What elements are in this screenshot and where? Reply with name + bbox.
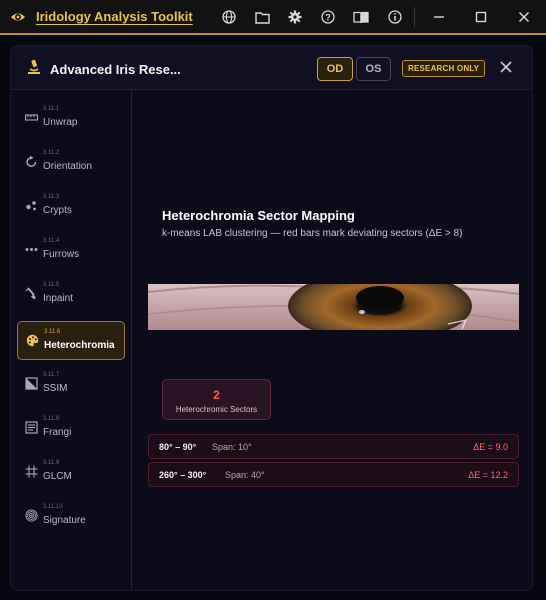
sidebar-item-number: 3.11.6 [44, 329, 61, 335]
sidebar-item-label: Crypts [43, 205, 72, 216]
info-icon[interactable] [387, 9, 403, 25]
sidebar: 3.11.1 Unwrap 3.11.2 Orientation 3.11.3 … [11, 90, 132, 590]
sidebar-item-label: Signature [43, 515, 86, 526]
dots-line-icon [25, 248, 38, 251]
folder-icon[interactable] [254, 9, 270, 25]
grid-icon [25, 465, 38, 478]
sidebar-item-ssim[interactable]: 3.11.7 SSIM [17, 365, 125, 404]
sector-row: 260° – 300° Span: 40° ΔE = 12.2 [148, 462, 519, 487]
sidebar-item-label: GLCM [43, 471, 72, 482]
sidebar-item-label: Unwrap [43, 117, 78, 128]
sidebar-item-glcm[interactable]: 3.11.9 GLCM [17, 453, 125, 492]
gear-icon[interactable] [287, 9, 303, 25]
fingerprint-icon [25, 509, 38, 522]
toolbar-divider [414, 7, 415, 27]
book-icon[interactable] [353, 9, 369, 25]
globe-icon[interactable] [221, 9, 237, 25]
iris-image-strip [148, 284, 519, 330]
sidebar-item-number: 3.11.8 [43, 416, 60, 422]
os-toggle-button[interactable]: OS [356, 57, 391, 81]
sector-row: 80° – 90° Span: 10° ΔE = 9.0 [148, 434, 519, 459]
rotate-icon [26, 155, 37, 167]
sector-span: Span: 10° [212, 442, 252, 452]
dialog-header: Advanced Iris Rese... OD OS RESEARCH ONL… [11, 46, 532, 90]
sidebar-item-orientation[interactable]: 3.11.2 Orientation [17, 143, 125, 182]
section-subtitle: k-means LAB clustering — red bars mark d… [162, 228, 463, 239]
sidebar-item-number: 3.11.2 [43, 150, 60, 156]
sidebar-item-label: Inpaint [43, 293, 74, 304]
app-title: Iridology Analysis Toolkit [36, 9, 193, 24]
sidebar-item-number: 3.11.1 [43, 106, 60, 112]
sidebar-item-label: Frangi [43, 427, 72, 438]
sidebar-item-heterochromia[interactable]: 3.11.6 Heterochromia [17, 321, 125, 360]
sector-range: 80° – 90° [159, 442, 197, 452]
sidebar-item-label: SSIM [43, 383, 68, 394]
microscope-icon [28, 59, 40, 74]
sidebar-item-inpaint[interactable]: 3.11.5 Inpaint [17, 275, 125, 314]
section-title: Heterochromia Sector Mapping [162, 208, 355, 223]
sector-range: 260° – 300° [159, 470, 207, 480]
dialog-title: Advanced Iris Rese... [50, 62, 181, 77]
sidebar-item-number: 3.11.5 [43, 282, 60, 288]
sidebar-item-label: Heterochromia [44, 340, 115, 351]
close-icon[interactable] [515, 8, 533, 26]
ruler-icon [25, 114, 38, 121]
eye-icon [11, 13, 25, 21]
sidebar-item-number: 3.11.10 [43, 504, 63, 510]
sidebar-item-label: Orientation [43, 161, 92, 172]
svg-text:?: ? [325, 12, 331, 22]
sidebar-item-unwrap[interactable]: 3.11.1 Unwrap [17, 99, 125, 138]
palette-icon [26, 334, 39, 347]
maximize-icon[interactable] [472, 8, 490, 26]
compare-icon [25, 377, 38, 390]
sidebar-item-number: 3.11.3 [43, 194, 60, 200]
sidebar-item-label: Furrows [43, 249, 80, 260]
dots-cluster-icon [26, 201, 36, 211]
od-toggle-button[interactable]: OD [317, 57, 353, 81]
sidebar-item-furrows[interactable]: 3.11.4 Furrows [17, 231, 125, 270]
sector-delta-e: ΔE = 9.0 [473, 442, 508, 452]
sector-span: Span: 40° [225, 470, 265, 480]
stat-label: Heterochromic Sectors [175, 405, 258, 414]
filter-icon [25, 421, 38, 434]
help-icon[interactable]: ? [320, 9, 336, 25]
research-only-badge: RESEARCH ONLY [402, 60, 486, 77]
sidebar-item-number: 3.11.9 [43, 460, 60, 466]
sidebar-item-crypts[interactable]: 3.11.3 Crypts [17, 187, 125, 226]
title-bar: Iridology Analysis Toolkit ? [0, 0, 546, 35]
sidebar-item-number: 3.11.4 [43, 238, 60, 244]
sidebar-item-frangi[interactable]: 3.11.8 Frangi [17, 409, 125, 448]
sidebar-item-number: 3.11.7 [43, 372, 60, 378]
heterochromic-sectors-stat: 2 Heterochromic Sectors [162, 379, 271, 420]
stat-value: 2 [213, 388, 220, 402]
sector-delta-e: ΔE = 12.2 [468, 470, 508, 480]
sidebar-item-signature[interactable]: 3.11.10 Signature [17, 497, 125, 536]
advanced-iris-dialog: Advanced Iris Rese... OD OS RESEARCH ONL… [10, 45, 533, 591]
brush-icon [25, 287, 36, 300]
dialog-close-icon[interactable] [498, 59, 514, 75]
minimize-icon[interactable] [430, 8, 448, 26]
